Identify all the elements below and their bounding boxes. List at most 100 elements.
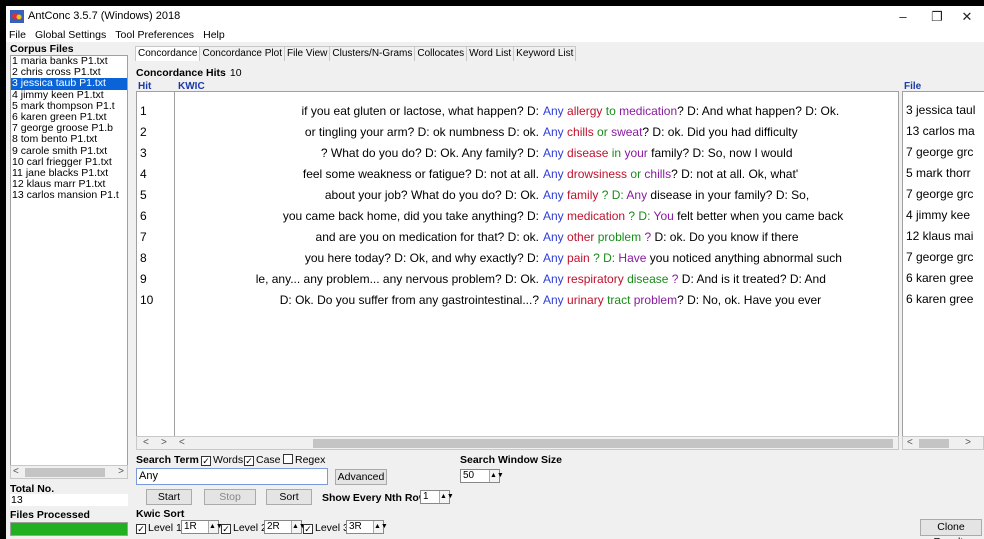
level1-spinner[interactable]: 1R ▲▼ (181, 520, 223, 534)
regex-checkbox[interactable] (283, 454, 293, 464)
keyword-hit[interactable]: Any (543, 104, 564, 118)
keyword-hit[interactable]: Any (543, 293, 564, 307)
spinner-arrows-icon[interactable]: ▲▼ (373, 521, 388, 533)
menu-file[interactable]: File (6, 28, 29, 42)
corpus-file-item[interactable]: 13 carlos mansion P1.t (11, 190, 127, 201)
spinner-arrows-icon[interactable]: ▲▼ (208, 521, 223, 533)
scroll-thumb[interactable] (313, 439, 893, 448)
kwic-row[interactable]: or tingling your arm? D: ok numbness D: … (177, 125, 898, 146)
stop-button[interactable]: Stop (204, 489, 256, 505)
tab-clusters-ngrams[interactable]: Clusters/N-Grams (329, 46, 416, 61)
kwic-row[interactable]: if you eat gluten or lactose, what happe… (177, 104, 898, 125)
scroll-left-icon[interactable]: < (907, 437, 913, 449)
file-name[interactable]: 4 jimmy kee (906, 208, 970, 222)
file-name[interactable]: 7 george grc (906, 145, 973, 159)
level2-option[interactable]: ✓ Level 2 (218, 522, 267, 534)
tab-concordance[interactable]: Concordance (135, 46, 201, 61)
right-word-1: pain (567, 251, 590, 265)
file-name[interactable]: 3 jessica taul (906, 103, 975, 117)
menu-tool-preferences[interactable]: Tool Preferences (112, 28, 197, 42)
file-column[interactable]: 3 jessica taul 13 carlos ma 7 george grc 5 … (902, 91, 984, 439)
case-checkbox[interactable]: ✓ (244, 456, 254, 466)
tab-file-view[interactable]: File View (283, 46, 331, 61)
nth-row-spinner[interactable]: 1 ▲▼ (420, 490, 454, 504)
search-term-label: Search Term (136, 454, 199, 466)
file-name[interactable]: 7 george grc (906, 187, 973, 201)
keyword-hit[interactable]: Any (543, 209, 564, 223)
keyword-hit[interactable]: Any (543, 146, 564, 160)
file-name[interactable]: 5 mark thorr (906, 166, 971, 180)
file-name[interactable]: 6 karen gree (906, 271, 973, 285)
words-checkbox[interactable]: ✓ (201, 456, 211, 466)
scroll-left-icon[interactable]: < (179, 437, 185, 449)
regex-option[interactable]: Regex (280, 454, 325, 466)
right-rest: ? D: not at all. Ok, what' (671, 167, 799, 181)
close-button[interactable]: ✕ (950, 6, 984, 28)
file-scrollbar[interactable]: < > (902, 436, 984, 450)
scroll-left-icon[interactable]: < (143, 437, 149, 449)
level1-checkbox[interactable]: ✓ (136, 524, 146, 534)
kwic-row[interactable]: you here today? D: Ok, and why exactly? … (177, 251, 898, 272)
file-name[interactable]: 12 klaus mai (906, 229, 973, 243)
file-name[interactable]: 6 karen gree (906, 292, 973, 306)
files-processed-label: Files Processed (10, 509, 90, 521)
kwic-row[interactable]: D: Ok. Do you suffer from any gastrointe… (177, 293, 898, 314)
tab-collocates[interactable]: Collocates (414, 46, 468, 61)
keyword-hit[interactable]: Any (543, 272, 564, 286)
level3-checkbox[interactable]: ✓ (303, 524, 313, 534)
spinner-arrows-icon[interactable]: ▲▼ (439, 491, 454, 503)
corpus-file-item[interactable]: 3 jessica taub P1.txt (11, 78, 127, 90)
scroll-left-icon[interactable]: < (13, 466, 19, 478)
window-title: AntConc 3.5.7 (Windows) 2018 (28, 10, 181, 22)
kwic-row[interactable]: le, any... any problem... any nervous pr… (177, 272, 898, 293)
words-option[interactable]: ✓ Words (198, 454, 243, 466)
keyword-hit[interactable]: Any (543, 167, 564, 181)
file-name[interactable]: 7 george grc (906, 250, 973, 264)
scroll-thumb[interactable] (25, 468, 105, 477)
scroll-thumb[interactable] (919, 439, 949, 448)
advanced-button[interactable]: Advanced (335, 469, 387, 485)
kwic-row[interactable]: ? What do you do? D: Ok. Any family? D: A… (177, 146, 898, 167)
level2-checkbox[interactable]: ✓ (221, 524, 231, 534)
corpus-list-scrollbar[interactable]: < > (10, 465, 128, 479)
file-name[interactable]: 13 carlos ma (906, 124, 975, 138)
case-option[interactable]: ✓ Case (241, 454, 281, 466)
right-context: Any chills or sweat? D: ok. Did you had … (543, 125, 798, 139)
restore-button[interactable]: ❐ (920, 6, 954, 28)
kwic-row[interactable]: you came back home, did you take anythin… (177, 209, 898, 230)
menu-help[interactable]: Help (200, 28, 228, 42)
right-word-2: or (630, 167, 642, 181)
window-size-spinner[interactable]: 50 ▲▼ (460, 469, 504, 483)
menu-global-settings[interactable]: Global Settings (32, 28, 109, 42)
keyword-hit[interactable]: Any (543, 125, 564, 139)
corpus-files-list[interactable]: 1 maria banks P1.txt 2 chris cross P1.txt… (10, 55, 128, 475)
right-word-3: medication (619, 104, 678, 118)
tab-keyword-list[interactable]: Keyword List (513, 46, 577, 61)
spinner-arrows-icon[interactable]: ▲▼ (489, 470, 504, 482)
kwic-row[interactable]: feel some weakness or fatigue? D: not at… (177, 167, 898, 188)
scroll-right-icon[interactable]: > (118, 466, 124, 478)
level1-option[interactable]: ✓ Level 1 (133, 522, 182, 534)
right-word-2: problem (597, 230, 642, 244)
concordance-results[interactable]: 1 if you eat gluten or lactose, what happ… (136, 91, 899, 439)
keyword-hit[interactable]: Any (543, 230, 564, 244)
tab-word-list[interactable]: Word List (466, 46, 515, 61)
level2-spinner[interactable]: 2R ▲▼ (264, 520, 306, 534)
level3-spinner[interactable]: 3R ▲▼ (346, 520, 388, 534)
level3-option[interactable]: ✓ Level 3 (300, 522, 349, 534)
scroll-right-icon[interactable]: > (161, 437, 167, 449)
hit-column (137, 92, 175, 438)
sort-button[interactable]: Sort (266, 489, 312, 505)
tab-concordance-plot[interactable]: Concordance Plot (199, 46, 285, 61)
start-button[interactable]: Start (146, 489, 192, 505)
clone-results-button[interactable]: Clone Results (920, 519, 982, 539)
kwic-row[interactable]: and are you on medication for that? D: o… (177, 230, 898, 251)
minimize-button[interactable]: – (886, 6, 920, 28)
keyword-hit[interactable]: Any (543, 251, 564, 265)
scroll-right-icon[interactable]: > (965, 437, 971, 449)
keyword-hit[interactable]: Any (543, 188, 564, 202)
kwic-scrollbar[interactable]: < > < (136, 436, 899, 450)
kwic-row[interactable]: about your job? What do you do? D: Ok. An… (177, 188, 898, 209)
search-term-input[interactable]: Any (136, 468, 328, 485)
corpus-file-item[interactable]: 8 tom bento P1.txt (11, 134, 127, 145)
